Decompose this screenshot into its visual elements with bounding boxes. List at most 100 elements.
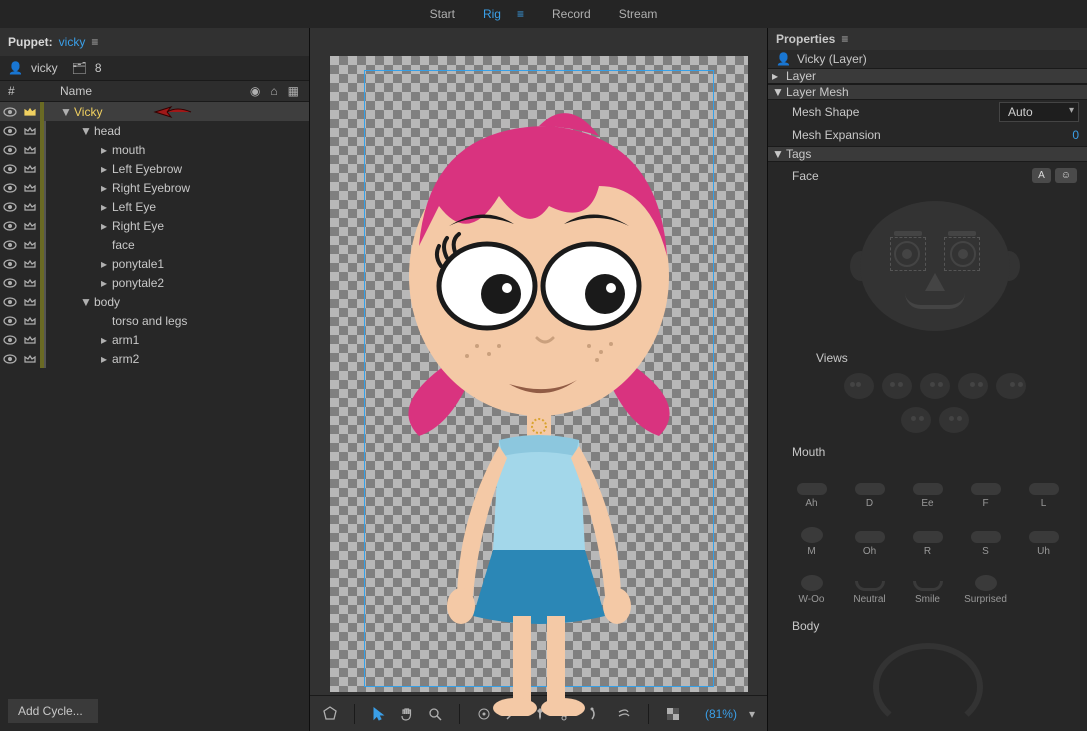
twisty-icon[interactable]: ▼ xyxy=(80,295,92,309)
viseme-m[interactable]: M xyxy=(785,513,839,557)
layer-row[interactable]: ▸Left Eyebrow xyxy=(0,159,309,178)
twisty-icon[interactable]: ▸ xyxy=(98,200,110,214)
puppet-name-link[interactable]: vicky xyxy=(59,35,86,49)
layer-row[interactable]: ▸Right Eye xyxy=(0,216,309,235)
viseme-smile[interactable]: Smile xyxy=(901,561,955,605)
visibility-icon[interactable] xyxy=(0,278,20,288)
viseme-s[interactable]: S xyxy=(959,513,1013,557)
visibility-icon[interactable] xyxy=(0,297,20,307)
section-layer-mesh[interactable]: ▼Layer Mesh xyxy=(768,84,1087,100)
visibility-icon[interactable] xyxy=(0,335,20,345)
view-right-profile[interactable] xyxy=(996,373,1026,399)
view-up[interactable] xyxy=(939,407,969,433)
record-icon[interactable]: ◉ xyxy=(250,84,260,98)
grid-icon[interactable]: ▦ xyxy=(288,84,299,98)
tab-start[interactable]: Start xyxy=(430,7,455,21)
crown-icon[interactable] xyxy=(20,278,40,288)
face-auto-button[interactable]: A xyxy=(1032,168,1051,183)
layer-row[interactable]: ▸Right Eyebrow xyxy=(0,178,309,197)
face-diagram[interactable] xyxy=(850,191,1020,341)
twisty-icon[interactable]: ▸ xyxy=(98,143,110,157)
view-left-quarter[interactable] xyxy=(882,373,912,399)
crown-icon[interactable] xyxy=(20,221,40,231)
layer-row[interactable]: ▼Vicky xyxy=(0,102,309,121)
camera-icon[interactable]: ⌂ xyxy=(270,84,277,98)
crown-icon[interactable] xyxy=(20,202,40,212)
layer-row[interactable]: ▸arm1 xyxy=(0,330,309,349)
visibility-icon[interactable] xyxy=(0,259,20,269)
crown-icon[interactable] xyxy=(20,240,40,250)
visibility-icon[interactable] xyxy=(0,240,20,250)
view-left-profile[interactable] xyxy=(844,373,874,399)
view-right-quarter[interactable] xyxy=(958,373,988,399)
layer-row[interactable]: face xyxy=(0,235,309,254)
crown-icon[interactable] xyxy=(20,107,40,117)
crown-icon[interactable] xyxy=(20,354,40,364)
twisty-icon[interactable]: ▸ xyxy=(98,276,110,290)
twisty-icon[interactable]: ▸ xyxy=(98,333,110,347)
viseme-f[interactable]: F xyxy=(959,465,1013,509)
crown-icon[interactable] xyxy=(20,145,40,155)
section-tags[interactable]: ▼Tags xyxy=(768,146,1087,162)
crown-icon[interactable] xyxy=(20,316,40,326)
viseme-oh[interactable]: Oh xyxy=(843,513,897,557)
visibility-icon[interactable] xyxy=(0,354,20,364)
viseme-w-oo[interactable]: W-Oo xyxy=(785,561,839,605)
viseme-surprised[interactable]: Surprised xyxy=(959,561,1013,605)
mesh-expansion-value[interactable]: 0 xyxy=(1072,128,1079,142)
twisty-icon[interactable]: ▸ xyxy=(98,352,110,366)
twisty-icon[interactable]: ▸ xyxy=(98,219,110,233)
zoom-dropdown-icon[interactable]: ▾ xyxy=(749,707,755,721)
layer-row[interactable]: ▸Left Eye xyxy=(0,197,309,216)
crown-icon[interactable] xyxy=(20,126,40,136)
twisty-icon[interactable]: ▸ xyxy=(98,257,110,271)
visibility-icon[interactable] xyxy=(0,107,20,117)
add-cycle-button[interactable]: Add Cycle... xyxy=(8,699,98,723)
layer-row[interactable]: ▸ponytale1 xyxy=(0,254,309,273)
tab-rig[interactable]: Rig xyxy=(483,7,501,21)
layer-row[interactable]: ▼head xyxy=(0,121,309,140)
crown-icon[interactable] xyxy=(20,335,40,345)
layer-row[interactable]: ▸ponytale2 xyxy=(0,273,309,292)
twisty-icon[interactable]: ▸ xyxy=(98,162,110,176)
puppet-menu-icon[interactable]: ≡ xyxy=(91,35,98,49)
visibility-icon[interactable] xyxy=(0,316,20,326)
view-front[interactable] xyxy=(920,373,950,399)
viseme-r[interactable]: R xyxy=(901,513,955,557)
crown-icon[interactable] xyxy=(20,164,40,174)
twisty-icon[interactable]: ▸ xyxy=(98,181,110,195)
rig-menu-icon[interactable]: ≡ xyxy=(517,7,524,21)
crown-icon[interactable] xyxy=(20,183,40,193)
visibility-icon[interactable] xyxy=(0,221,20,231)
twisty-icon[interactable]: ▼ xyxy=(60,105,72,119)
layer-row[interactable]: torso and legs xyxy=(0,311,309,330)
layer-row[interactable]: ▼body xyxy=(0,292,309,311)
twisty-icon[interactable]: ▼ xyxy=(80,124,92,138)
viseme-d[interactable]: D xyxy=(843,465,897,509)
view-down[interactable] xyxy=(901,407,931,433)
section-layer[interactable]: ▸Layer xyxy=(768,68,1087,84)
face-smile-button[interactable]: ☺ xyxy=(1055,168,1077,183)
layer-row[interactable]: ▸arm2 xyxy=(0,349,309,368)
crown-icon[interactable] xyxy=(20,297,40,307)
tab-record[interactable]: Record xyxy=(552,7,591,21)
mesh-shape-dropdown[interactable]: Auto xyxy=(999,102,1079,122)
properties-menu-icon[interactable]: ≡ xyxy=(841,32,848,46)
viseme-neutral[interactable]: Neutral xyxy=(843,561,897,605)
visibility-icon[interactable] xyxy=(0,164,20,174)
canvas[interactable] xyxy=(310,28,767,695)
viseme-l[interactable]: L xyxy=(1017,465,1071,509)
layer-row[interactable]: ▸mouth xyxy=(0,140,309,159)
tab-stream[interactable]: Stream xyxy=(619,7,658,21)
viseme-ee[interactable]: Ee xyxy=(901,465,955,509)
body-diagram[interactable] xyxy=(873,643,983,731)
mesh-shape-row: Mesh Shape Auto xyxy=(768,100,1087,124)
viseme-ah[interactable]: Ah xyxy=(785,465,839,509)
crown-icon[interactable] xyxy=(20,259,40,269)
layer-rows[interactable]: ▼Vicky▼head▸mouth▸Left Eyebrow▸Right Eye… xyxy=(0,102,309,699)
visibility-icon[interactable] xyxy=(0,145,20,155)
visibility-icon[interactable] xyxy=(0,202,20,212)
viseme-uh[interactable]: Uh xyxy=(1017,513,1071,557)
visibility-icon[interactable] xyxy=(0,183,20,193)
visibility-icon[interactable] xyxy=(0,126,20,136)
